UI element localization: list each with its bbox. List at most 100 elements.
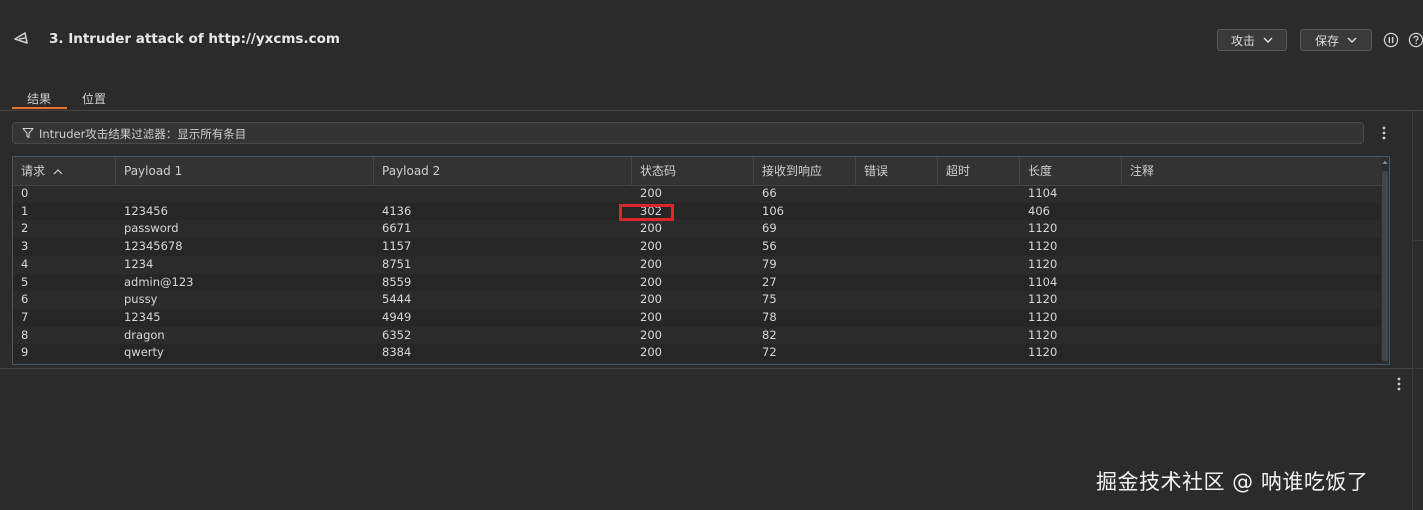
column-header-error[interactable]: 错误 xyxy=(856,157,938,185)
cell-error xyxy=(856,238,938,256)
cell-request: 3 xyxy=(21,239,29,254)
cell-payload2: 1157 xyxy=(382,239,412,254)
cell-error xyxy=(856,291,938,309)
table-row[interactable]: 6 pussy 5444 200 75 1120 xyxy=(13,291,1381,309)
column-header-request[interactable]: 请求 xyxy=(13,157,116,185)
column-header-comment[interactable]: 注释 xyxy=(1122,157,1381,185)
filter-text: Intruder攻击结果过滤器：显示所有条目 xyxy=(39,127,247,141)
cell-response-received: 82 xyxy=(762,327,777,342)
cell-response-received: 79 xyxy=(762,256,777,271)
column-header-status[interactable]: 状态码 xyxy=(632,157,754,185)
table-row[interactable]: 0 200 66 1104 xyxy=(13,185,1381,203)
cell-comment xyxy=(1122,256,1381,274)
cell-response-received: 78 xyxy=(762,309,777,324)
table-row[interactable]: 8 dragon 6352 200 82 1120 xyxy=(13,327,1381,345)
window-title: 3. Intruder attack of http://yxcms.com xyxy=(49,31,340,47)
cell-payload2: 8751 xyxy=(382,256,412,271)
burp-app-icon xyxy=(14,32,28,44)
cell-payload1: 12345678 xyxy=(124,239,183,254)
tab-positions[interactable]: 位置 xyxy=(82,90,106,107)
cell-response-received: 69 xyxy=(762,221,777,236)
attack-button[interactable]: 攻击 xyxy=(1217,29,1287,51)
cell-status: 200 xyxy=(640,186,662,200)
cell-request: 0 xyxy=(21,186,29,200)
cell-comment xyxy=(1122,203,1381,221)
cell-request: 9 xyxy=(21,345,29,360)
kebab-menu-icon[interactable] xyxy=(1382,126,1386,140)
cell-length: 1120 xyxy=(1028,292,1058,307)
cell-length: 1104 xyxy=(1028,186,1058,200)
cell-comment xyxy=(1122,291,1381,309)
results-filter-bar[interactable]: Intruder攻击结果过滤器：显示所有条目 xyxy=(12,122,1364,144)
side-panel-edge xyxy=(1412,110,1423,510)
cell-payload2: 5444 xyxy=(382,292,412,307)
table-row[interactable]: 4 1234 8751 200 79 1120 xyxy=(13,256,1381,274)
watermark: 掘金技术社区 @ 呐谁吃饭了 xyxy=(1096,470,1369,494)
column-header-payload1[interactable]: Payload 1 xyxy=(116,157,374,185)
help-icon[interactable] xyxy=(1408,32,1423,48)
cell-response-received: 66 xyxy=(762,186,777,200)
cell-length: 406 xyxy=(1028,203,1050,218)
cell-request: 7 xyxy=(21,309,29,324)
cell-payload2: 8559 xyxy=(382,274,412,289)
cell-payload1: admin@123 xyxy=(124,274,194,289)
cell-status: 200 xyxy=(640,345,662,360)
cell-timeout xyxy=(938,344,1020,362)
results-tab-bar: 结果 位置 xyxy=(0,84,1423,111)
table-row[interactable]: 9 qwerty 8384 200 72 1120 xyxy=(13,344,1381,362)
column-header-timeout[interactable]: 超时 xyxy=(938,157,1020,185)
cell-status: 200 xyxy=(640,256,662,271)
pane-divider[interactable] xyxy=(0,368,1423,369)
chevron-down-icon xyxy=(1347,37,1357,43)
cell-length: 1104 xyxy=(1028,274,1058,289)
attack-button-label: 攻击 xyxy=(1230,33,1255,48)
cell-error xyxy=(856,256,938,274)
cell-timeout xyxy=(938,185,1020,203)
pause-icon[interactable] xyxy=(1383,32,1399,48)
tab-results[interactable]: 结果 xyxy=(27,90,51,107)
cell-comment xyxy=(1122,185,1381,203)
cell-length: 1120 xyxy=(1028,309,1058,324)
column-header-label: 请求 xyxy=(21,164,46,178)
save-button[interactable]: 保存 xyxy=(1300,29,1372,51)
table-row[interactable]: 7 12345 4949 200 78 1120 xyxy=(13,308,1381,327)
table-row[interactable]: 1 123456 4136 302 106 406 xyxy=(13,202,1381,221)
column-header-payload2[interactable]: Payload 2 xyxy=(374,157,632,185)
title-bar: 3. Intruder attack of http://yxcms.com 攻… xyxy=(0,0,1423,80)
cell-payload2: 8384 xyxy=(382,345,412,360)
table-row[interactable]: 2 password 6671 200 69 1120 xyxy=(13,220,1381,238)
cell-timeout xyxy=(938,291,1020,309)
kebab-menu-icon[interactable] xyxy=(1397,377,1401,391)
save-button-label: 保存 xyxy=(1314,33,1339,48)
cell-timeout xyxy=(938,238,1020,256)
cell-error xyxy=(856,344,938,362)
cell-payload1: dragon xyxy=(124,327,165,342)
cell-payload1: pussy xyxy=(124,292,158,307)
cell-error xyxy=(856,274,938,292)
column-header-response-received[interactable]: 接收到响应 xyxy=(754,157,856,185)
cell-status: 200 xyxy=(640,292,662,307)
cell-error xyxy=(856,309,938,327)
cell-timeout xyxy=(938,274,1020,292)
cell-error xyxy=(856,185,938,203)
cell-payload1: password xyxy=(124,221,179,236)
cell-payload1 xyxy=(116,185,374,203)
cell-comment xyxy=(1122,238,1381,256)
cell-length: 1120 xyxy=(1028,345,1058,360)
cell-status: 200 xyxy=(640,327,662,342)
cell-payload2: 4136 xyxy=(382,203,412,218)
highlighted-status-302 xyxy=(619,204,674,221)
column-header-length[interactable]: 长度 xyxy=(1020,157,1122,185)
sort-ascending-icon xyxy=(53,169,63,175)
cell-request: 5 xyxy=(21,274,29,289)
edge-divider xyxy=(1413,240,1423,241)
cell-comment xyxy=(1122,220,1381,238)
scrollbar-thumb[interactable] xyxy=(1382,171,1388,361)
scroll-up-icon[interactable] xyxy=(1382,159,1388,165)
cell-comment xyxy=(1122,274,1381,292)
cell-payload2: 6671 xyxy=(382,221,412,236)
results-table: 请求 Payload 1 Payload 2 状态码 接收到响应 错误 超时 长… xyxy=(12,156,1390,365)
table-row[interactable]: 5 admin@123 8559 200 27 1104 xyxy=(13,273,1381,292)
table-row[interactable]: 3 12345678 1157 200 56 1120 xyxy=(13,238,1381,256)
table-scrollbar[interactable] xyxy=(1381,157,1389,364)
